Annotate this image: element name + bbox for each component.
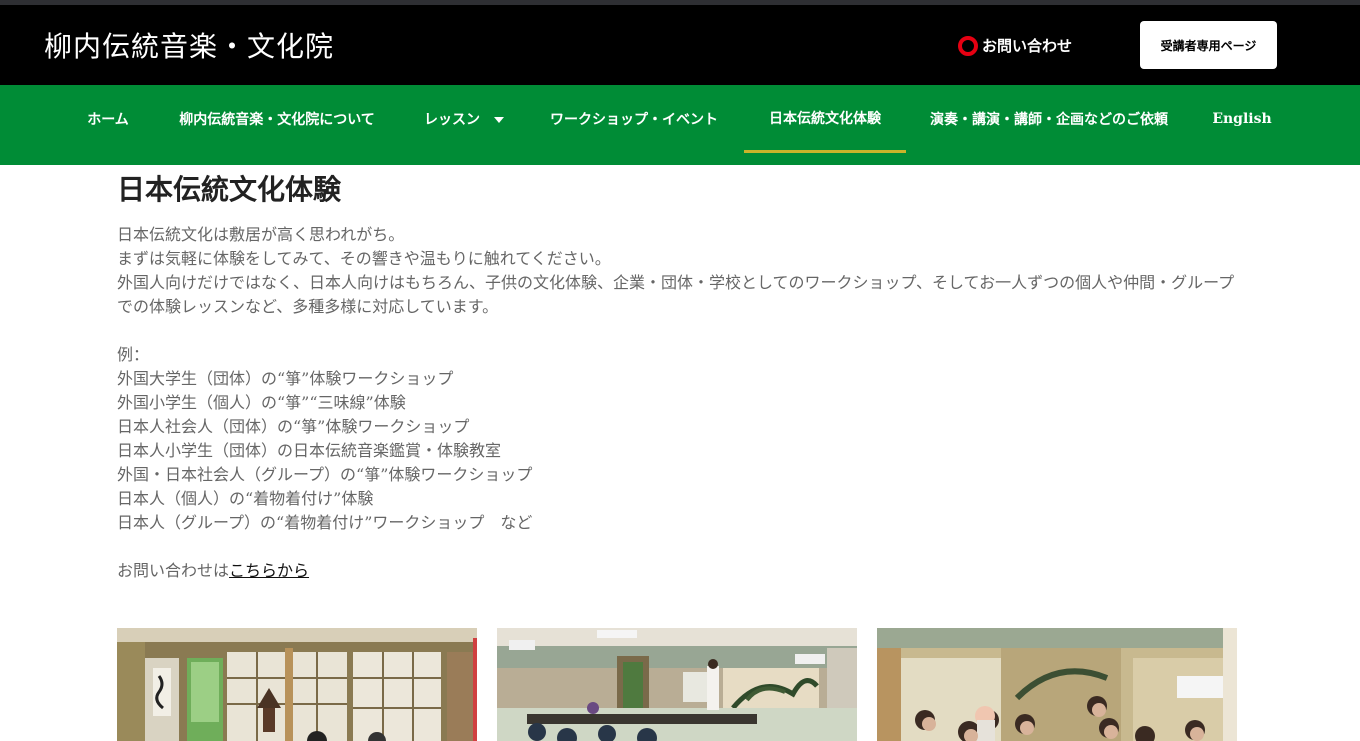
intro-line: まずは気軽に体験をしてみて、その響きや温もりに触れてください。 [117,249,611,268]
member-page-button[interactable]: 受講者専用ページ [1140,21,1277,69]
nav-item-english[interactable]: English [1206,85,1278,153]
nav-item-label: ワークショップ・イベント [550,112,718,128]
intro-line: 外国人向けだけではなく、日本人向けはもちろん、子供の文化体験、企業・団体・学校と… [117,273,1235,292]
main-nav: ホーム 柳内伝統音楽・文化院について レッスン ワークショップ・イベント 日本伝… [0,85,1360,165]
contact-prefix: お問い合わせは [117,561,230,580]
intro-text: 日本伝統文化は敷居が高く思われがち。 まずは気軽に体験をしてみて、その響きや温も… [117,223,1247,583]
example-item: 日本人（グループ）の“着物着付け”ワークショップ など [117,513,533,532]
photo-gallery [117,628,1237,741]
koto-workshop-photo[interactable] [497,628,857,741]
nav-item-workshops[interactable]: ワークショップ・イベント [540,85,728,153]
nav-item-home[interactable]: ホーム [78,85,138,153]
contact-sentence: お問い合わせはこちらから [117,559,1247,583]
nav-item-lessons[interactable]: レッスン [414,85,514,153]
nav-item-label: English [1212,111,1272,127]
group-photo[interactable] [877,628,1237,741]
nav-item-requests[interactable]: 演奏・講演・講師・企画などのご依頼 [920,85,1178,153]
nav-item-label: ホーム [87,112,129,128]
red-circle-icon [958,35,978,56]
contact-link[interactable]: お問い合わせ [958,35,1072,56]
nav-item-culture-experience[interactable]: 日本伝統文化体験 [744,85,906,153]
example-item: 日本人社会人（団体）の“箏”体験ワークショップ [117,417,470,436]
example-item: 外国小学生（個人）の“箏”“三味線”体験 [117,393,406,412]
intro-line: 日本伝統文化は敷居が高く思われがち。 [117,225,405,244]
example-item: 外国・日本社会人（グループ）の“箏”体験ワークショップ [117,465,533,484]
nav-item-label: 柳内伝統音楽・文化院について [179,112,375,128]
tatami-room-photo[interactable] [117,628,477,741]
site-title[interactable]: 柳内伝統音楽・文化院 [44,25,334,65]
main-content: 日本伝統文化体験 日本伝統文化は敷居が高く思われがち。 まずは気軽に体験をしてみ… [117,170,1247,583]
nav-item-label: 演奏・講演・講師・企画などのご依頼 [930,112,1168,128]
examples-label: 例： [117,345,150,364]
chevron-down-icon [494,117,504,123]
nav-item-label: レッスン [424,112,480,128]
nav-item-about[interactable]: 柳内伝統音楽・文化院について [168,85,386,153]
contact-label: お問い合わせ [982,37,1073,55]
site-header: 柳内伝統音楽・文化院 お問い合わせ 受講者専用ページ [0,5,1360,85]
contact-here-link[interactable]: こちらから [229,561,309,580]
example-item: 外国大学生（団体）の“箏”体験ワークショップ [117,369,454,388]
page-title: 日本伝統文化体験 [117,173,342,206]
intro-line: での体験レッスンなど、多種多様に対応しています。 [117,297,499,316]
example-item: 日本人小学生（団体）の日本伝統音楽鑑賞・体験教室 [117,441,502,460]
nav-item-label: 日本伝統文化体験 [769,110,881,127]
example-item: 日本人（個人）の“着物着付け”体験 [117,489,374,508]
